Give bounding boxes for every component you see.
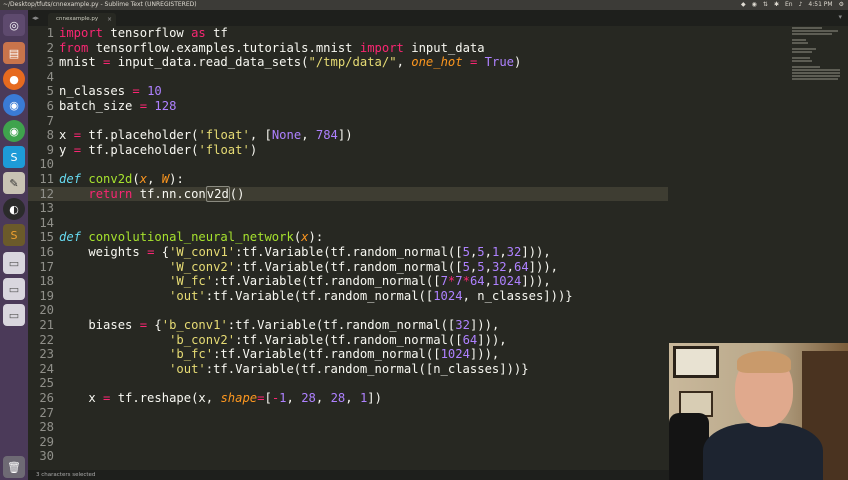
line-number: 29 [39,434,54,449]
line-number: 28 [39,420,54,435]
line-number: 27 [39,405,54,420]
obs-icon[interactable]: ◐ [3,198,25,220]
text-editor-icon[interactable]: ✎ [3,172,25,194]
line-number: 6 [46,99,54,113]
line-number: 21 [39,318,54,332]
text-selection: v2d [205,185,230,202]
system-top-bar: ~/Desktop/tfuts/cnnexample.py - Sublime … [0,0,848,10]
code-line-6: batch_size = 128 [59,99,177,113]
line-number: 4 [46,69,54,84]
code-line-3: mnist = input_data.read_data_sets("/tmp/… [59,55,522,70]
keyboard-layout-icon[interactable]: En [785,0,793,10]
line-number: 8 [46,128,54,143]
code-line-24: 'out':tf.Variable(tf.random_normal([n_cl… [169,361,529,376]
code-line-23: 'b_fc':tf.Variable(tf.random_normal([102… [169,347,500,362]
code-line-19: 'out':tf.Variable(tf.random_normal([1024… [169,288,573,303]
clock[interactable]: 4:51 PM [808,0,832,10]
code-line-18: 'W_fc':tf.Variable(tf.random_normal([7*7… [169,274,551,289]
bluetooth-icon[interactable]: ✱ [774,0,779,10]
line-number: 18 [39,274,54,289]
power-gear-icon[interactable]: ⚙ [839,0,844,10]
code-line-8: x = tf.placeholder('float', [None, 784]) [59,128,353,143]
minimap[interactable] [792,26,848,86]
line-number: 20 [39,303,54,318]
line-number: 10 [39,157,54,172]
line-number: 13 [39,201,54,216]
volume-icon[interactable]: ♪ [799,0,803,10]
close-icon[interactable]: × [107,13,112,26]
line-number: 5 [46,84,54,99]
code-line-21: biases = {'b_conv1':tf.Variable(tf.rando… [59,318,500,332]
sublime-text-icon[interactable]: S [3,224,25,246]
line-number: 26 [39,391,54,405]
code-line-26: x = tf.reshape(x, shape=[-1, 28, 28, 1]) [59,391,382,405]
tab-label: cnnexample.py [56,16,99,22]
system-tray: ◆ ◉ ⇅ ✱ En ♪ 4:51 PM ⚙ [741,0,844,10]
code-line-15: def convolutional_neural_network(x): [59,230,324,245]
window-title: ~/Desktop/tfuts/cnnexample.py - Sublime … [3,1,197,8]
tab-menu-icon[interactable]: ▾ [838,13,842,21]
code-line-12: return tf.nn.conv2d() [88,185,245,202]
person-body [703,423,823,480]
line-number: 12 [39,186,54,201]
line-number: 11 [39,172,54,186]
line-number: 3 [46,55,54,70]
tab-nav-arrows-icon[interactable]: ◂▸ [32,13,39,23]
dropbox-icon[interactable]: ◆ [741,0,746,10]
line-number: 19 [39,288,54,303]
chrome-icon[interactable]: ◉ [752,0,757,10]
firefox-icon[interactable]: ● [3,68,25,90]
code-line-22: 'b_conv2':tf.Variable(tf.random_normal([… [169,332,507,347]
line-number: 2 [46,40,54,55]
chrome-icon[interactable]: ◉ [3,120,25,142]
line-number: 30 [39,449,54,464]
line-number: 14 [39,215,54,230]
drive-icon[interactable]: ▭ [3,252,25,274]
webcam-overlay [669,343,848,480]
line-number: 23 [39,347,54,362]
line-number: 16 [39,245,54,259]
code-line-16: weights = {'W_conv1':tf.Variable(tf.rand… [59,245,551,259]
code-line-2: from tensorflow.examples.tutorials.mnist… [59,40,485,55]
code-line-1: import tensorflow as tf [59,26,228,40]
code-line-9: y = tf.placeholder('float') [59,142,258,157]
trash-icon[interactable]: 🗑 [3,456,25,478]
picture-frame [673,346,719,378]
code-line-11: def conv2d(x, W): [59,172,184,186]
status-text: 3 characters selected [36,472,96,478]
dash-icon[interactable]: ◎ [3,14,25,36]
line-number: 17 [39,259,54,274]
tab-bar: ◂▸ cnnexample.py × ▾ [28,10,848,26]
code-line-5: n_classes = 10 [59,84,162,99]
person-hair [737,351,791,373]
line-number: 24 [39,361,54,376]
drive-icon[interactable]: ▭ [3,304,25,326]
line-number: 9 [46,142,54,157]
line-number: 22 [39,332,54,347]
network-icon[interactable]: ⇅ [763,0,768,10]
tab-cnnexample[interactable]: cnnexample.py × [48,13,116,26]
line-number: 7 [46,113,54,128]
code-line-17: 'W_conv2':tf.Variable(tf.random_normal([… [169,259,559,274]
drive-icon[interactable]: ▭ [3,278,25,300]
line-number-gutter: 1 2 3 4 5 6 7 8 9 10 11 12 13 14 15 16 17 18 19 20 21 22 23 24 2… [28,26,54,470]
code-area[interactable]: import tensorflow as tf from tensorflow.… [59,26,573,405]
skype-icon[interactable]: S [3,146,25,168]
line-number: 25 [39,376,54,391]
chromium-icon[interactable]: ◉ [3,94,25,116]
files-icon[interactable]: ▤ [3,42,25,64]
line-number: 15 [39,230,54,245]
launcher: ◎ ▤ ● ◉ ◉ S ✎ ◐ S ▭ ▭ ▭ 🗑 [0,10,28,480]
line-number: 1 [46,26,54,40]
